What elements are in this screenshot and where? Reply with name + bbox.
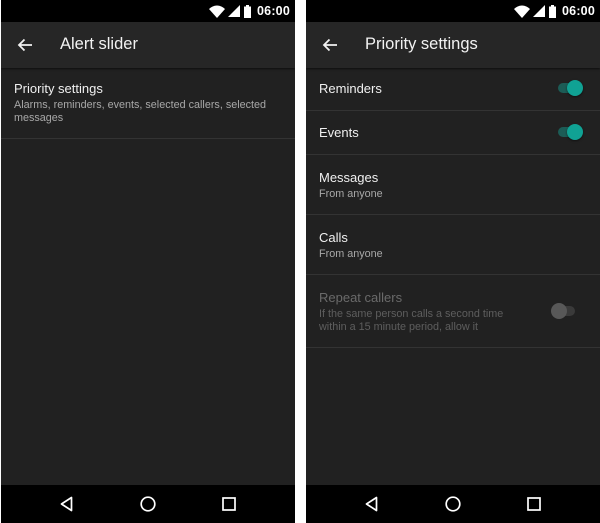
item-subtitle-line-2: messages (14, 112, 64, 124)
reminders-toggle[interactable] (557, 78, 583, 98)
status-bar: 06:00 (1, 0, 295, 22)
repeat-callers-toggle[interactable] (551, 301, 577, 321)
recents-icon[interactable] (219, 494, 239, 514)
back-arrow-icon[interactable] (15, 35, 35, 55)
item-subtitle-line-1: If the same person calls a second time (319, 308, 504, 320)
recents-icon[interactable] (524, 494, 544, 514)
home-icon[interactable] (443, 494, 463, 514)
item-title: Events (319, 125, 359, 140)
navigation-bar (1, 485, 295, 523)
item-subtitle: From anyone (319, 188, 383, 200)
battery-icon (244, 4, 252, 18)
home-icon[interactable] (138, 494, 158, 514)
page-title: Alert slider (60, 35, 138, 53)
setting-events[interactable]: Events (306, 111, 600, 155)
setting-calls[interactable]: Calls From anyone (306, 215, 600, 275)
back-icon[interactable] (57, 494, 77, 514)
signal-icon (228, 5, 241, 17)
setting-repeat-callers[interactable]: Repeat callers If the same person calls … (306, 275, 600, 348)
item-subtitle-line-2: within a 15 minute period, allow it (319, 321, 479, 333)
battery-icon (549, 4, 557, 18)
status-time: 06:00 (257, 4, 290, 18)
right-screen: 06:00 Priority settings Reminders Events… (306, 0, 600, 523)
back-icon[interactable] (362, 494, 382, 514)
item-title: Priority settings (14, 81, 103, 96)
events-toggle[interactable] (557, 122, 583, 142)
app-bar: Priority settings (306, 22, 600, 68)
status-time: 06:00 (562, 4, 595, 18)
item-subtitle: From anyone (319, 248, 383, 260)
status-bar: 06:00 (306, 0, 600, 22)
list-item-priority-settings[interactable]: Priority settings Alarms, reminders, eve… (1, 68, 295, 139)
item-title: Calls (319, 230, 348, 245)
wifi-icon (209, 5, 226, 18)
page-title: Priority settings (365, 35, 478, 53)
wifi-icon (514, 5, 531, 18)
navigation-bar (306, 485, 600, 523)
item-subtitle-line-1: Alarms, reminders, events, selected call… (14, 99, 267, 111)
item-title: Reminders (319, 81, 382, 96)
app-bar: Alert slider (1, 22, 295, 68)
left-screen: 06:00 Alert slider Priority settings Ala… (1, 0, 295, 523)
item-title: Repeat callers (319, 290, 403, 305)
item-title: Messages (319, 170, 379, 185)
back-arrow-icon[interactable] (320, 35, 340, 55)
setting-reminders[interactable]: Reminders (306, 68, 600, 111)
setting-messages[interactable]: Messages From anyone (306, 155, 600, 215)
signal-icon (533, 5, 546, 17)
